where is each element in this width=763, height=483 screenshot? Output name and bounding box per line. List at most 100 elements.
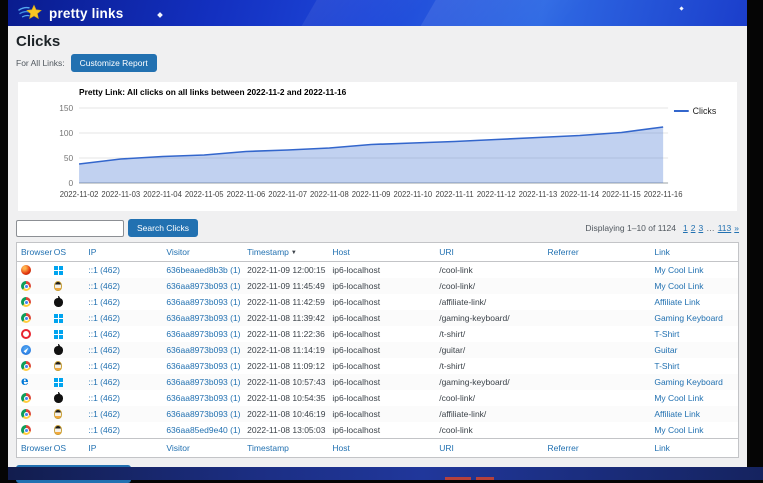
page-title: Clicks: [16, 33, 739, 50]
page-link-1[interactable]: 1: [683, 223, 688, 233]
pretty-links-logo: pretty links: [18, 4, 123, 22]
column-header-referrer[interactable]: Referrer: [544, 243, 651, 262]
column-header-os[interactable]: OS: [50, 439, 85, 458]
search-clicks-button[interactable]: Search Clicks: [128, 219, 198, 237]
ip-link[interactable]: ::1 (462): [88, 345, 120, 355]
ip-link[interactable]: ::1 (462): [88, 377, 120, 387]
link-cell: T-Shirt: [650, 326, 738, 342]
pretty-link-link[interactable]: Guitar: [654, 345, 677, 355]
visitor-cell: 636aa8973b093 (1): [162, 294, 243, 310]
next-page-link[interactable]: »: [734, 223, 739, 233]
windows-os-icon: [54, 314, 63, 323]
page-link-3[interactable]: 3: [698, 223, 703, 233]
os-cell: [50, 390, 85, 406]
column-header-link[interactable]: Link: [650, 243, 738, 262]
pretty-link-link[interactable]: Affiliate Link: [654, 297, 700, 307]
column-header-uri[interactable]: URI: [435, 439, 543, 458]
x-tick-label: 2022-11-14: [560, 190, 599, 199]
timestamp-cell: 2022-11-08 11:14:19: [243, 342, 328, 358]
visitor-link[interactable]: 636aa8973b093 (1): [166, 377, 240, 387]
ip-link[interactable]: ::1 (462): [88, 265, 120, 275]
column-header-host[interactable]: Host: [328, 243, 435, 262]
ip-link[interactable]: ::1 (462): [88, 313, 120, 323]
column-header-os[interactable]: OS: [50, 243, 85, 262]
sparkle-icon: [679, 6, 683, 10]
referrer-cell: [544, 406, 651, 422]
visitor-link[interactable]: 636aa8973b093 (1): [166, 361, 240, 371]
visitor-link[interactable]: 636aa8973b093 (1): [166, 281, 240, 291]
visitor-link[interactable]: 636aa8973b093 (1): [166, 297, 240, 307]
pretty-link-link[interactable]: My Cool Link: [654, 265, 703, 275]
pretty-link-link[interactable]: My Cool Link: [654, 281, 703, 291]
ip-link[interactable]: ::1 (462): [88, 281, 120, 291]
customize-report-button[interactable]: Customize Report: [71, 54, 157, 72]
pretty-link-link[interactable]: T-Shirt: [654, 361, 679, 371]
visitor-link[interactable]: 636aa8973b093 (1): [166, 329, 240, 339]
ip-link[interactable]: ::1 (462): [88, 297, 120, 307]
column-header-visitor[interactable]: Visitor: [162, 439, 243, 458]
x-tick-label: 2022-11-03: [101, 190, 140, 199]
browser-cell: [17, 294, 50, 310]
table-row: ::1 (462)636aa8973b093 (1)2022-11-08 11:…: [17, 358, 739, 374]
ip-cell: ::1 (462): [84, 326, 162, 342]
search-input[interactable]: [16, 220, 124, 237]
ip-cell: ::1 (462): [84, 390, 162, 406]
ip-link[interactable]: ::1 (462): [88, 409, 120, 419]
column-header-link[interactable]: Link: [650, 439, 738, 458]
clicks-table: BrowserOSIPVisitorTimestamp▼HostURIRefer…: [16, 242, 739, 458]
pretty-link-link[interactable]: Affiliate Link: [654, 409, 700, 419]
column-header-browser[interactable]: Browser: [17, 243, 50, 262]
column-header-visitor[interactable]: Visitor: [162, 243, 243, 262]
visitor-link[interactable]: 636aa8973b093 (1): [166, 393, 240, 403]
clicks-table-body: ::1 (462)636beaaed8b3b (1)2022-11-09 12:…: [17, 262, 739, 439]
pretty-link-link[interactable]: Gaming Keyboard: [654, 313, 723, 323]
column-header-timestamp[interactable]: Timestamp: [243, 439, 328, 458]
page-link-113[interactable]: 113: [718, 223, 732, 233]
table-row: ::1 (462)636aa8973b093 (1)2022-11-08 10:…: [17, 374, 739, 390]
x-tick-label: 2022-11-16: [644, 190, 683, 199]
chrome-browser-icon: [21, 297, 31, 307]
table-row: ::1 (462)636aa8973b093 (1)2022-11-08 11:…: [17, 326, 739, 342]
pretty-link-link[interactable]: My Cool Link: [654, 425, 703, 435]
table-footer-row: BrowserOSIPVisitorTimestampHostURIReferr…: [17, 439, 739, 458]
ip-link[interactable]: ::1 (462): [88, 425, 120, 435]
ip-cell: ::1 (462): [84, 310, 162, 326]
uri-cell: /cool-link: [435, 262, 543, 279]
pretty-link-link[interactable]: Gaming Keyboard: [654, 377, 723, 387]
pretty-links-star-icon: [18, 4, 44, 22]
ip-cell: ::1 (462): [84, 342, 162, 358]
visitor-link[interactable]: 636aa8973b093 (1): [166, 313, 240, 323]
pretty-link-link[interactable]: My Cool Link: [654, 393, 703, 403]
visitor-cell: 636aa8973b093 (1): [162, 358, 243, 374]
pretty-link-link[interactable]: T-Shirt: [654, 329, 679, 339]
legend-label: Clicks: [693, 106, 717, 116]
referrer-cell: [544, 262, 651, 279]
ip-link[interactable]: ::1 (462): [88, 393, 120, 403]
visitor-link[interactable]: 636aa8973b093 (1): [166, 345, 240, 355]
column-header-ip[interactable]: IP: [84, 439, 162, 458]
apple-os-icon: [54, 298, 63, 307]
column-header-timestamp[interactable]: Timestamp▼: [243, 243, 328, 262]
host-cell: ip6-localhost: [328, 390, 435, 406]
host-cell: ip6-localhost: [328, 310, 435, 326]
ip-link[interactable]: ::1 (462): [88, 361, 120, 371]
ip-cell: ::1 (462): [84, 278, 162, 294]
table-row: ::1 (462)636aa8973b093 (1)2022-11-09 11:…: [17, 278, 739, 294]
page-link-2[interactable]: 2: [691, 223, 696, 233]
column-header-referrer[interactable]: Referrer: [544, 439, 651, 458]
column-header-ip[interactable]: IP: [84, 243, 162, 262]
column-header-uri[interactable]: URI: [435, 243, 543, 262]
column-header-browser[interactable]: Browser: [17, 439, 50, 458]
os-cell: [50, 374, 85, 390]
referrer-cell: [544, 278, 651, 294]
x-tick-label: 2022-11-08: [310, 190, 349, 199]
visitor-link[interactable]: 636beaaed8b3b (1): [166, 265, 240, 275]
browser-cell: [17, 278, 50, 294]
ip-link[interactable]: ::1 (462): [88, 329, 120, 339]
column-header-host[interactable]: Host: [328, 439, 435, 458]
visitor-link[interactable]: 636aa8973b093 (1): [166, 409, 240, 419]
chrome-browser-icon: [21, 393, 31, 403]
x-tick-label: 2022-11-13: [519, 190, 558, 199]
host-cell: ip6-localhost: [328, 294, 435, 310]
visitor-link[interactable]: 636aa85ed9e40 (1): [166, 425, 240, 435]
